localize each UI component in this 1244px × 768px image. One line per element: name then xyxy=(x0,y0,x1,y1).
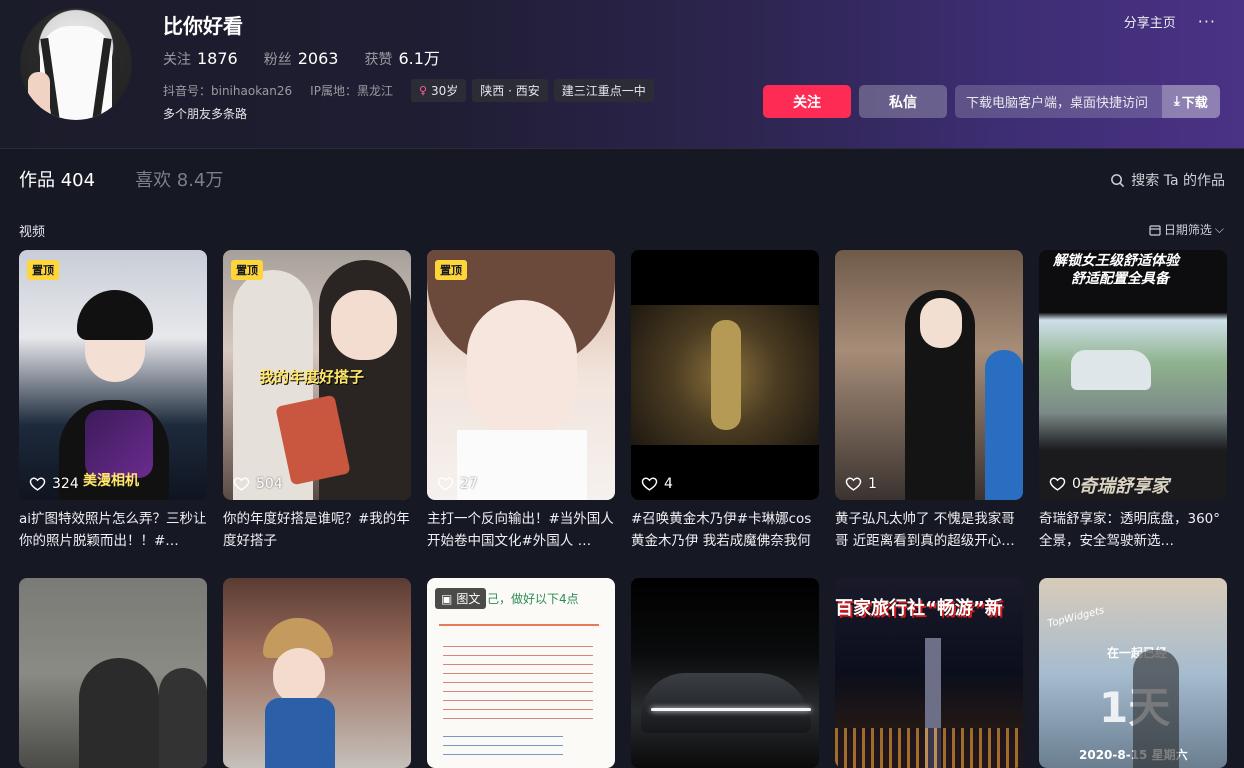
tab-likes[interactable]: 喜欢 8.4万 xyxy=(135,166,223,192)
video-thumbnail[interactable]: 百家旅行社“畅游”新 xyxy=(835,578,1023,768)
ip-location: IP属地：黑龙江 xyxy=(310,84,393,98)
pinned-badge: 置顶 xyxy=(231,260,263,280)
profile-actions: 关注 私信 下载电脑客户端，桌面快捷访问 ⤓ 下载 xyxy=(763,85,1220,118)
likes-count: 6.1万 xyxy=(398,49,440,68)
video-grid: 美漫相机 置顶 324 ai扩图特效照片怎么弄？三秒让你的照片脱颖而出！！#… … xyxy=(19,250,1229,768)
heart-icon xyxy=(233,477,250,491)
video-overlay-text: TopWidgets xyxy=(1046,605,1106,630)
video-title[interactable]: 主打一个反向输出！#当外国人开始卷中国文化#外国人 … xyxy=(427,508,615,552)
video-thumbnail[interactable] xyxy=(631,578,819,768)
video-thumbnail[interactable]: 己，做好以下4点 ▣ 图文 xyxy=(427,578,615,768)
video-thumbnail[interactable]: 美漫相机 置顶 324 xyxy=(19,250,207,500)
video-card[interactable]: 4 #召唤黄金木乃伊#卡琳娜cos黄金木乃伊 我若成魔佛奈我何 xyxy=(631,250,819,552)
profile-bio: 多个朋友多条路 xyxy=(163,107,248,121)
video-thumbnail[interactable]: TopWidgets 在一起已经 1天 2020-8-15 星期六 xyxy=(1039,578,1227,768)
image-post-badge: ▣ 图文 xyxy=(435,588,487,609)
video-card[interactable]: 美漫相机 置顶 324 ai扩图特效照片怎么弄？三秒让你的照片脱颖而出！！#… xyxy=(19,250,207,552)
download-button[interactable]: ⤓ 下载 xyxy=(1162,85,1220,118)
heart-icon xyxy=(1049,477,1066,491)
heart-icon xyxy=(641,477,658,491)
video-overlay-text: 我的年度好搭子 xyxy=(259,368,365,386)
video-card[interactable]: 己，做好以下4点 ▣ 图文 xyxy=(427,578,615,768)
follow-button[interactable]: 关注 xyxy=(763,85,851,118)
search-icon xyxy=(1111,173,1125,187)
section-videos-label: 视频 xyxy=(19,225,46,240)
video-card[interactable]: 我的年度好搭子 置顶 504 你的年度好搭是谁呢？#我的年度好搭子 xyxy=(223,250,411,552)
tab-works[interactable]: 作品 404 xyxy=(19,166,95,192)
video-card[interactable] xyxy=(19,578,207,768)
heart-icon xyxy=(845,477,862,491)
download-client-text: 下载电脑客户端，桌面快捷访问 xyxy=(966,96,1149,111)
video-overlay-text: 己，做好以下4点 xyxy=(487,592,579,606)
profile-header: 比你好看 关注 1876 粉丝 2063 获赞 6.1万 抖音号：binihao… xyxy=(0,0,1244,149)
chevron-down-icon: ⌵ xyxy=(1214,222,1224,236)
douyin-id: 抖音号：binihaokan26 xyxy=(163,84,293,98)
video-card[interactable] xyxy=(631,578,819,768)
video-overlay-text: 解锁女王级舒适体验 xyxy=(1053,253,1179,269)
video-card[interactable]: 置顶 27 主打一个反向输出！#当外国人开始卷中国文化#外国人 … xyxy=(427,250,615,552)
video-thumbnail[interactable]: 4 xyxy=(631,250,819,500)
profile-stats: 关注 1876 粉丝 2063 获赞 6.1万 xyxy=(163,45,466,69)
video-overlay-text: 奇瑞舒享家 xyxy=(1079,476,1169,497)
heart-icon xyxy=(29,477,46,491)
more-icon[interactable]: ··· xyxy=(1198,12,1216,31)
video-likes: 27 xyxy=(437,475,478,492)
video-card[interactable]: 1 黄子弘凡太帅了 不愧是我家哥哥 近距离看到真的超级开心… xyxy=(835,250,1023,552)
profile-tabs: 作品 404 喜欢 8.4万 xyxy=(19,166,223,192)
date-filter-button[interactable]: 日期筛选 ⌵ xyxy=(1149,221,1224,238)
heart-icon xyxy=(437,477,454,491)
video-thumbnail[interactable]: 我的年度好搭子 置顶 504 xyxy=(223,250,411,500)
video-likes: 1 xyxy=(845,475,877,492)
video-overlay-text: 舒适配置全具备 xyxy=(1071,271,1169,287)
search-placeholder: 搜索 Ta 的作品 xyxy=(1131,173,1225,189)
video-card[interactable]: 百家旅行社“畅游”新 xyxy=(835,578,1023,768)
following-label: 关注 xyxy=(163,52,191,68)
video-title[interactable]: 你的年度好搭是谁呢？#我的年度好搭子 xyxy=(223,508,411,552)
pinned-badge: 置顶 xyxy=(435,260,467,280)
top-right-actions: 分享主页 ··· xyxy=(1124,12,1216,31)
download-icon: ⤓ xyxy=(1174,94,1180,109)
avatar[interactable] xyxy=(20,8,132,120)
video-likes: 324 xyxy=(29,475,79,492)
video-likes: 0 xyxy=(1049,475,1081,492)
video-thumbnail[interactable]: 1 xyxy=(835,250,1023,500)
followers-label: 粉丝 xyxy=(263,52,292,68)
location-tag: 陕西 · 西安 xyxy=(472,79,548,102)
message-button[interactable]: 私信 xyxy=(859,85,947,118)
profile-name: 比你好看 xyxy=(163,14,243,38)
female-icon: ♀ xyxy=(418,84,428,97)
video-overlay-text: 百家旅行社“畅游”新 xyxy=(835,598,1003,619)
followers-count[interactable]: 2063 xyxy=(298,49,339,68)
video-overlay-text: 美漫相机 xyxy=(83,473,139,489)
video-card[interactable] xyxy=(223,578,411,768)
video-title[interactable]: ai扩图特效照片怎么弄？三秒让你的照片脱颖而出！！#… xyxy=(19,508,207,552)
video-thumbnail[interactable] xyxy=(19,578,207,768)
video-title[interactable]: 黄子弘凡太帅了 不愧是我家哥哥 近距离看到真的超级开心… xyxy=(835,508,1023,552)
video-card[interactable]: TopWidgets 在一起已经 1天 2020-8-15 星期六 xyxy=(1039,578,1227,768)
calendar-icon xyxy=(1149,224,1161,236)
video-likes: 504 xyxy=(233,475,283,492)
video-thumbnail[interactable]: 解锁女王级舒适体验 舒适配置全具备 奇瑞舒享家 0 xyxy=(1039,250,1227,500)
video-likes: 4 xyxy=(641,475,673,492)
share-profile-link[interactable]: 分享主页 xyxy=(1124,12,1176,31)
download-client-banner[interactable]: 下载电脑客户端，桌面快捷访问 ⤓ 下载 xyxy=(955,85,1220,118)
pinned-badge: 置顶 xyxy=(27,260,59,280)
video-title[interactable]: 奇瑞舒享家：透明底盘，360°全景，安全驾驶新选… xyxy=(1039,508,1227,552)
school-tag: 建三江重点一中 xyxy=(553,79,654,102)
age-tag: ♀ 30岁 xyxy=(410,79,467,102)
search-works[interactable]: 搜索 Ta 的作品 xyxy=(1110,170,1225,190)
likes-label: 获赞 xyxy=(364,52,393,68)
profile-meta: 抖音号：binihaokan26 IP属地：黑龙江 ♀ 30岁 陕西 · 西安 建… xyxy=(163,79,660,102)
video-thumbnail[interactable] xyxy=(223,578,411,768)
video-thumbnail[interactable]: 置顶 27 xyxy=(427,250,615,500)
gallery-icon: ▣ xyxy=(441,591,453,606)
following-count[interactable]: 1876 xyxy=(197,49,238,68)
video-title[interactable]: #召唤黄金木乃伊#卡琳娜cos黄金木乃伊 我若成魔佛奈我何 xyxy=(631,508,819,552)
video-card[interactable]: 解锁女王级舒适体验 舒适配置全具备 奇瑞舒享家 0 奇瑞舒享家：透明底盘，360… xyxy=(1039,250,1227,552)
